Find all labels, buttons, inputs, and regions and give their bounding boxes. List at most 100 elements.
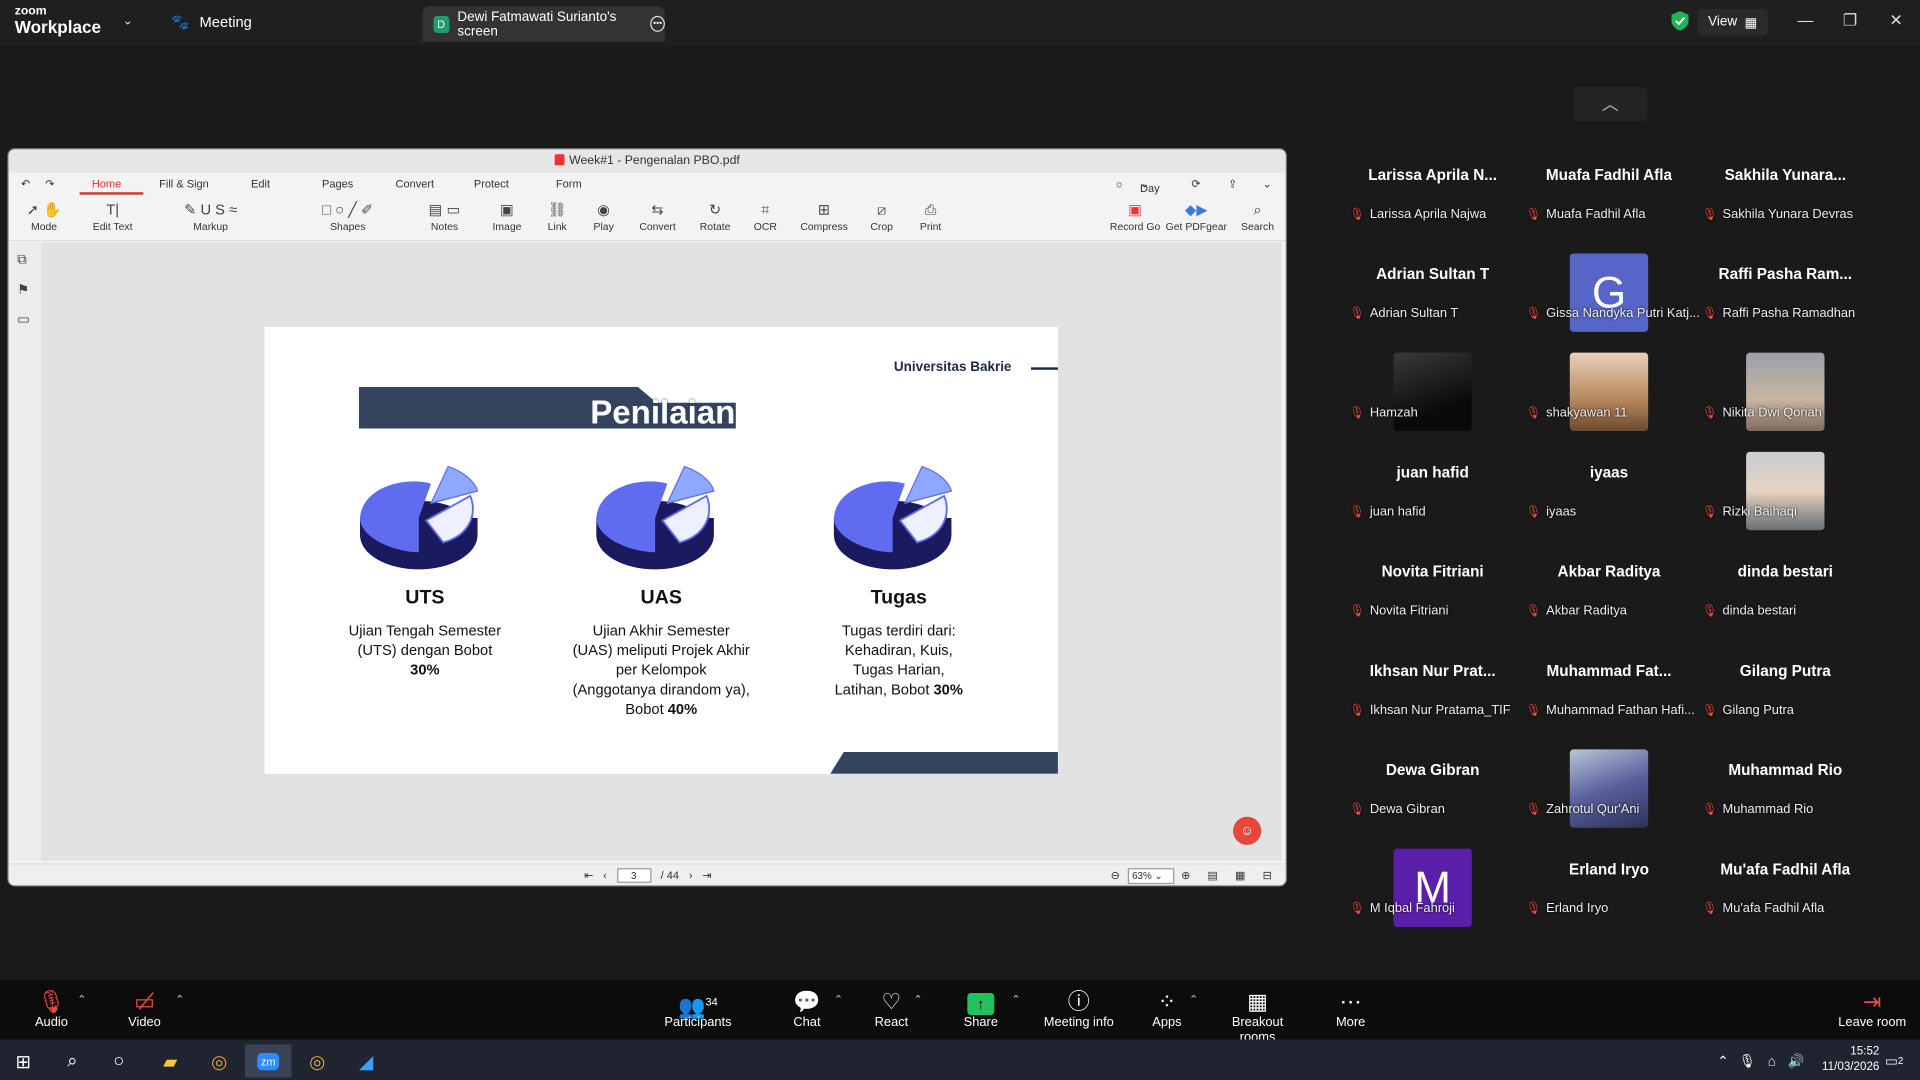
participant-tile[interactable]: dinda bestari 🎙 dinda bestari [1700, 551, 1871, 643]
menu-home[interactable]: Home [92, 178, 121, 190]
menu-protect[interactable]: Protect [474, 178, 509, 190]
participant-tile[interactable]: Gilang Putra 🎙 Gilang Putra [1700, 650, 1871, 742]
bookmark-icon[interactable]: ⚑ [17, 282, 29, 298]
chevron-down-icon[interactable]: ⌄ [122, 15, 132, 28]
audio-button[interactable]: 🎙 Audio [34, 988, 68, 1029]
breakout-rooms-button[interactable]: ▦ Breakout rooms [1212, 988, 1303, 1044]
meeting-tab[interactable]: 🐾 Meeting [171, 13, 251, 30]
participant-tile[interactable]: Muhammad Fat... 🎙 Muhammad Fathan Hafi... [1523, 650, 1695, 742]
zoom-select[interactable]: 63% ⌄ [1127, 868, 1174, 885]
participant-tile[interactable]: Muhammad Rio 🎙 Muhammad Rio [1700, 749, 1871, 841]
tool-convert[interactable]: ⇆ Convert [636, 198, 680, 233]
tool-print[interactable]: ⎙ Print [915, 198, 947, 233]
tool-notes[interactable]: ▤ ▭ Notes [420, 198, 469, 233]
undo-icon[interactable]: ↶ [21, 178, 30, 191]
menu-form[interactable]: Form [556, 178, 582, 190]
thumbnails-icon[interactable]: ⧉ [17, 252, 27, 268]
zoom-out-icon[interactable]: ⊖ [1111, 869, 1120, 882]
participant-tile[interactable]: Novita Fitriani 🎙 Novita Fitriani [1347, 551, 1518, 643]
meeting-info-button[interactable]: ⓘ Meeting info [1042, 988, 1115, 1029]
minimize-icon[interactable]: — [1798, 11, 1814, 29]
next-page-icon[interactable]: › [689, 869, 693, 881]
participant-tile[interactable]: Larissa Aprila N... 🎙 Larissa Aprila Najwa [1347, 154, 1518, 246]
menu-fill-sign[interactable]: Fill & Sign [159, 178, 209, 190]
tool-rotate[interactable]: ↻ Rotate [697, 198, 734, 233]
shared-screen-tab[interactable]: D Dewi Fatmawati Surianto's screen ••• [422, 6, 665, 42]
more-icon[interactable]: ••• [650, 15, 665, 32]
participants-button[interactable]: 👥34 Participants [661, 988, 734, 1030]
participant-tile[interactable]: 🎙 shakyawan 11 [1523, 352, 1694, 445]
tool-get-pdfgear[interactable]: ◆▶ Get PDFgear [1164, 198, 1228, 233]
participant-tile[interactable]: Dewa Gibran 🎙 Dewa Gibran [1347, 749, 1518, 841]
tool-play[interactable]: ◉ Play [589, 198, 618, 233]
tool-link[interactable]: ⛓ Link [542, 198, 571, 233]
notifications-icon[interactable]: ▭ 2 [1871, 1044, 1918, 1077]
redo-icon[interactable]: ↷ [45, 178, 54, 191]
participant-tile[interactable]: iyaas 🎙 iyaas [1523, 452, 1694, 544]
more-button[interactable]: ⋯ More [1332, 988, 1369, 1029]
participant-tile[interactable]: 🎙 Rizki Baihaqi [1700, 451, 1871, 544]
apps-button[interactable]: ⁘ Apps [1151, 988, 1183, 1029]
participant-tile[interactable]: 🎙 Zahrotul Qur'Ani [1523, 749, 1694, 841]
day-mode-select[interactable]: Day ⌄ [1140, 178, 1160, 195]
photos-icon[interactable]: ◢ [343, 1044, 390, 1077]
comments-icon[interactable]: ▭ [17, 311, 30, 327]
participant-tile[interactable]: M 🎙 M Iqbal Fahroji [1347, 848, 1518, 941]
fit-page-icon[interactable]: ⊟ [1263, 869, 1272, 882]
participant-tile[interactable]: Muafa Fadhil Afla 🎙 Muafa Fadhil Afla [1523, 154, 1694, 246]
participant-tile[interactable]: Adrian Sultan T 🎙 Adrian Sultan T [1347, 253, 1518, 345]
menu-convert[interactable]: Convert [396, 178, 435, 190]
gallery-scroll-up-icon[interactable]: ︿ [1573, 86, 1647, 122]
windows-start-icon[interactable]: ⊞ [0, 1044, 47, 1077]
participant-tile[interactable]: juan hafid 🎙 juan hafid [1347, 452, 1518, 544]
collapse-icon[interactable]: ⌄ [1262, 178, 1271, 191]
participant-tile[interactable]: Raffi Pasha Ram... 🎙 Raffi Pasha Ramadhan [1700, 253, 1871, 345]
participant-tile[interactable]: Mu'afa Fadhil Afla 🎙 Mu'afa Fadhil Afla [1700, 849, 1871, 941]
two-page-icon[interactable]: ▦ [1235, 869, 1245, 882]
participant-tile[interactable]: G 🎙 Gissa Nandyka Putri Katj... [1523, 253, 1700, 345]
task-view-icon[interactable]: ○ [96, 1044, 143, 1077]
shield-icon[interactable] [1671, 11, 1689, 31]
tool-record-go[interactable]: ▣ Record Go [1108, 198, 1162, 233]
tool-compress[interactable]: ⊞ Compress [797, 198, 851, 233]
participant-tile[interactable]: Akbar Raditya 🎙 Akbar Raditya [1523, 551, 1694, 643]
share-button[interactable]: ↑ Share [962, 988, 999, 1030]
menu-edit[interactable]: Edit [251, 178, 270, 190]
participant-tile[interactable]: Erland Iryo 🎙 Erland Iryo [1523, 849, 1694, 941]
volume-icon[interactable]: 🔊 [1773, 1044, 1820, 1077]
participant-tile[interactable]: Ikhsan Nur Prat... 🎙 Ikhsan Nur Pratama_TI… [1347, 650, 1518, 742]
tool-crop[interactable]: ⧄ Crop [866, 198, 898, 233]
zoom-in-icon[interactable]: ⊕ [1181, 869, 1190, 882]
participant-tile[interactable]: Sakhila Yunara... 🎙 Sakhila Yunara Devras [1700, 154, 1871, 246]
zoom-logo[interactable]: zoom Workplace [15, 6, 101, 36]
tool-edit-text[interactable]: T| Edit Text [84, 198, 140, 233]
zoom-app-icon[interactable]: zm [244, 1044, 292, 1078]
video-button[interactable]: ▭̸ Video [127, 988, 161, 1029]
react-button[interactable]: ♡ React [872, 988, 911, 1029]
restore-icon[interactable]: ❐ [1843, 11, 1857, 31]
last-page-icon[interactable]: ⇥ [702, 869, 711, 882]
tool-shapes[interactable]: □ ○ ╱ ✐ Shapes [293, 198, 403, 233]
tool-ocr[interactable]: ⌗ OCR [751, 198, 780, 233]
page-number-input[interactable]: 3 [616, 868, 651, 883]
file-explorer-icon[interactable]: ▰ [147, 1044, 194, 1077]
participant-tile[interactable]: 🎙 Nikita Dwi Qoriah [1700, 352, 1871, 445]
participant-tile[interactable]: 🎙 Hamzah [1347, 352, 1518, 445]
chrome-profile-icon[interactable]: ◎ [294, 1044, 341, 1077]
chrome-icon[interactable]: ◎ [196, 1044, 243, 1077]
share-pdf-icon[interactable]: ⇪ [1228, 178, 1237, 191]
tool-image[interactable]: ▣ Image [489, 198, 526, 233]
tool-mode[interactable]: ➚ ✋ Mode [21, 198, 68, 233]
tool-markup[interactable]: ✎ U S ≈ Markup [160, 198, 260, 233]
close-icon[interactable]: ✕ [1889, 11, 1902, 31]
prev-page-icon[interactable]: ‹ [603, 869, 607, 881]
single-page-icon[interactable]: ▤ [1207, 869, 1217, 882]
leave-room-button[interactable]: ⇥ Leave room [1837, 988, 1908, 1029]
assistant-icon[interactable]: ☺ [1233, 816, 1262, 845]
search-icon[interactable]: ⌕ [49, 1044, 96, 1077]
tool-search[interactable]: ⌕ Search [1238, 198, 1277, 233]
menu-pages[interactable]: Pages [322, 178, 353, 190]
first-page-icon[interactable]: ⇤ [584, 869, 593, 882]
view-button[interactable]: View ▦ [1697, 8, 1769, 36]
chat-button[interactable]: 💬 Chat [789, 988, 826, 1029]
